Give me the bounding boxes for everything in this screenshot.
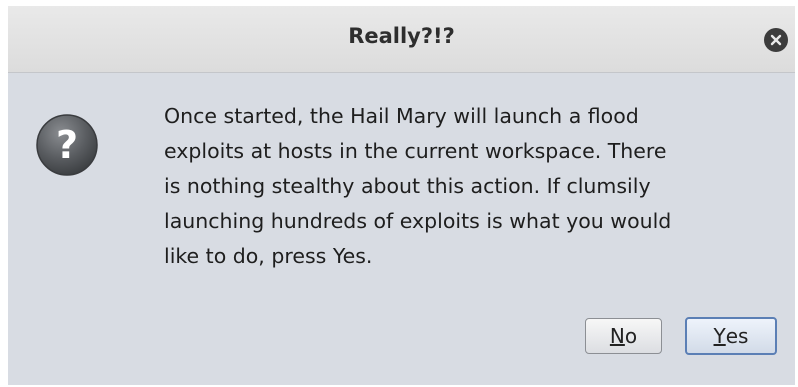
svg-text:?: ? — [56, 123, 78, 167]
no-button-label: o — [624, 324, 638, 348]
title-bar[interactable]: Really?!? — [8, 6, 795, 73]
close-icon — [770, 34, 782, 46]
yes-button[interactable]: Yes — [685, 317, 777, 355]
no-button[interactable]: No — [585, 318, 662, 354]
dialog-message: Once started, the Hail Mary will launch … — [164, 104, 672, 268]
close-button[interactable] — [764, 28, 788, 52]
yes-button-label: es — [725, 324, 749, 348]
question-icon: ? — [36, 114, 98, 176]
yes-button-mnemonic: Y — [713, 324, 726, 348]
confirm-dialog: Really?!? ? Once started, the Hail Mary … — [8, 6, 795, 385]
no-button-mnemonic: N — [609, 324, 625, 348]
dialog-title: Really?!? — [348, 24, 455, 48]
